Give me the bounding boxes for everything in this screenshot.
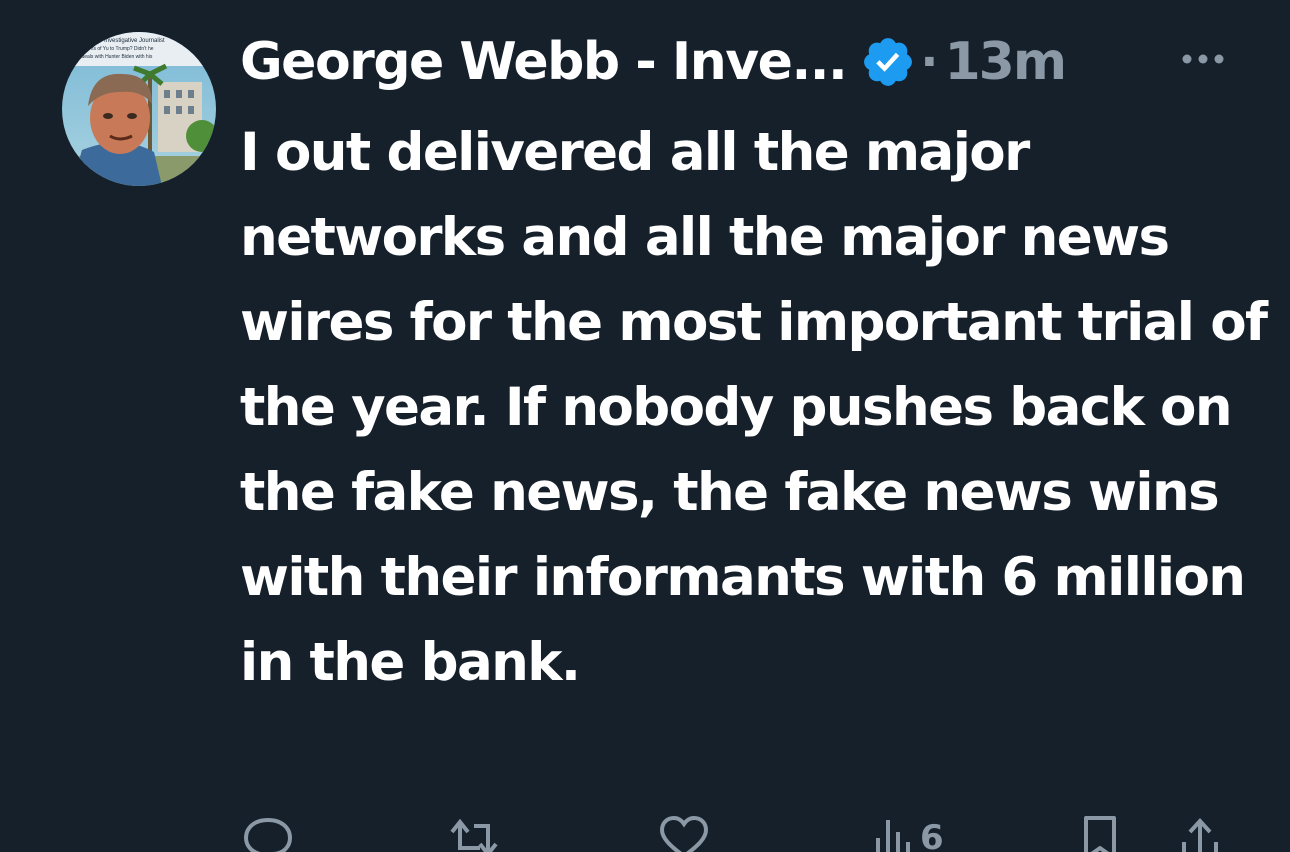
retweet-icon: [446, 808, 502, 852]
avatar-caption-2: sums of Yu to Trump? Didn't he: [84, 46, 154, 52]
like-icon: [660, 808, 708, 852]
tweet-actions-bar: 6: [0, 808, 1290, 852]
more-options-icon[interactable]: [1178, 44, 1228, 74]
like-button[interactable]: [660, 808, 708, 852]
tweet-timestamp[interactable]: 13m: [944, 32, 1067, 92]
bookmark-button[interactable]: [1082, 808, 1118, 852]
avatar[interactable]: Investigative Journalist sums of Yu to T…: [62, 32, 216, 186]
retweet-button[interactable]: [446, 808, 502, 852]
tweet: Investigative Journalist sums of Yu to T…: [0, 0, 1290, 852]
verified-badge-icon[interactable]: [860, 34, 916, 90]
avatar-caption-1: Investigative Journalist: [104, 38, 165, 44]
views-count: 6: [920, 818, 944, 852]
views-icon: [872, 808, 912, 852]
reply-icon: [242, 808, 294, 852]
avatar-image: Investigative Journalist sums of Yu to T…: [62, 32, 216, 186]
tweet-text: I out delivered all the major networks a…: [240, 122, 1268, 693]
views-button[interactable]: 6: [872, 808, 944, 852]
reply-button[interactable]: [242, 808, 294, 852]
share-button[interactable]: [1180, 808, 1220, 852]
share-icon: [1180, 808, 1220, 852]
tweet-header: George Webb - Inve... · 13m: [240, 24, 1067, 100]
bookmark-icon: [1082, 808, 1118, 852]
header-separator: ·: [920, 34, 939, 90]
avatar-caption-3: ons deals with Hunter Biden with his: [72, 54, 153, 60]
author-display-name[interactable]: George Webb - Inve...: [240, 32, 848, 92]
